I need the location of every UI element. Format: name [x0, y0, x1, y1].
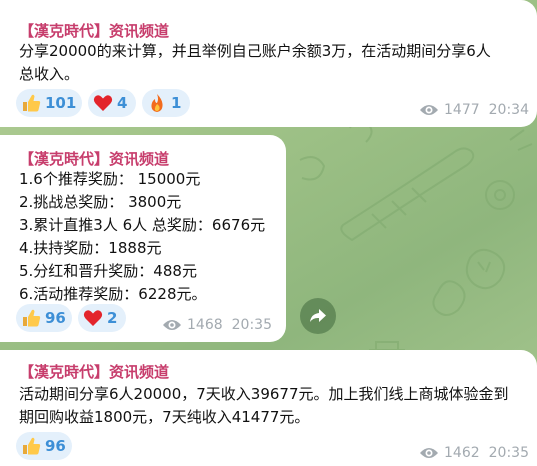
message-line: 2.挑战总奖励： 3800元	[19, 193, 182, 211]
reaction-count: 4	[117, 94, 128, 112]
message-text: 分享20000的来计算，并且举例自己账户余额3万，在活动期间分享6人 总收入。	[19, 40, 491, 86]
fire-icon	[147, 92, 167, 114]
share-arrow-icon	[309, 308, 327, 324]
eye-icon	[162, 318, 182, 332]
message-line: 期回购收益1800元，7天纯收入41477元。	[19, 408, 310, 426]
thumbs-up-icon	[21, 435, 41, 457]
eye-icon	[419, 446, 439, 460]
share-button[interactable]	[300, 298, 336, 334]
heart-icon	[83, 307, 103, 329]
reaction-count: 101	[45, 94, 77, 112]
reaction-heart[interactable]: 2	[78, 304, 126, 332]
reaction-count: 96	[45, 437, 66, 455]
heart-icon	[93, 92, 113, 114]
message-meta: 1477 20:34	[419, 102, 529, 118]
message-line: 活动期间分享6人20000，7天收入39677元。加上我们线上商城体验金到	[19, 385, 509, 403]
message-bubble-1[interactable]: 【漢克時代】资讯频道 分享20000的来计算，并且举例自己账户余额3万，在活动期…	[0, 0, 537, 127]
view-count: 1462	[444, 445, 480, 461]
message-time: 20:35	[231, 317, 272, 333]
message-time: 20:35	[488, 445, 529, 461]
message-meta: 1468 20:35	[162, 317, 272, 333]
message-time: 20:34	[488, 102, 529, 118]
message-meta: 1462 20:35	[419, 445, 529, 461]
reaction-thumbs-up[interactable]: 101	[16, 89, 82, 117]
message-line: 分享20000的来计算，并且举例自己账户余额3万，在活动期间分享6人	[19, 42, 491, 60]
reaction-heart[interactable]: 4	[88, 89, 136, 117]
channel-name[interactable]: 【漢克時代】资讯频道	[19, 361, 169, 382]
message-line: 1.6个推荐奖励： 15000元	[19, 170, 201, 188]
thumbs-up-icon	[21, 92, 41, 114]
message-line: 5.分红和晋升奖励：488元	[19, 262, 197, 280]
reaction-thumbs-up[interactable]: 96	[16, 304, 72, 332]
message-line: 3.累计直推3人 6人 总奖励：6676元	[19, 216, 266, 234]
eye-icon	[419, 103, 439, 117]
reaction-count: 1	[171, 94, 182, 112]
channel-name[interactable]: 【漢克時代】资讯频道	[19, 20, 169, 41]
reaction-fire[interactable]: 1	[142, 89, 190, 117]
message-line: 4.扶持奖励：1888元	[19, 239, 162, 257]
view-count: 1468	[187, 317, 223, 333]
message-text: 活动期间分享6人20000，7天收入39677元。加上我们线上商城体验金到 期回…	[19, 383, 509, 429]
view-count: 1477	[444, 102, 480, 118]
reaction-count: 2	[107, 309, 118, 327]
thumbs-up-icon	[21, 307, 41, 329]
message-bubble-3[interactable]: 【漢克時代】资讯频道 活动期间分享6人20000，7天收入39677元。加上我们…	[0, 350, 537, 466]
message-line: 总收入。	[19, 65, 80, 83]
message-line: 6.活动推荐奖励：6228元。	[19, 285, 207, 303]
reaction-thumbs-up[interactable]: 96	[16, 432, 72, 460]
channel-name[interactable]: 【漢克時代】资讯频道	[19, 148, 169, 169]
message-bubble-2[interactable]: 【漢克時代】资讯频道 1.6个推荐奖励： 15000元 2.挑战总奖励： 380…	[0, 135, 286, 342]
reaction-count: 96	[45, 309, 66, 327]
message-text: 1.6个推荐奖励： 15000元 2.挑战总奖励： 3800元 3.累计直推3人…	[19, 168, 265, 306]
